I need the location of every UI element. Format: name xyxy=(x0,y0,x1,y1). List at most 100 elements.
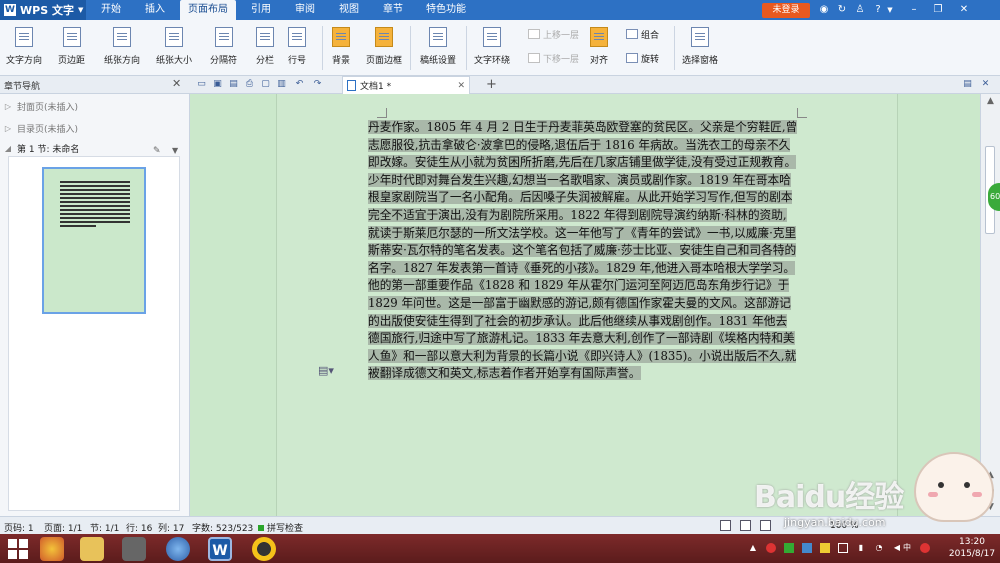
page-thumbnail[interactable] xyxy=(42,167,146,314)
qq-icon[interactable] xyxy=(252,537,276,561)
close-icon[interactable]: ✕ xyxy=(172,77,181,90)
tab-insert[interactable]: 插入 xyxy=(136,0,174,20)
align-button[interactable]: 对齐 xyxy=(590,24,608,72)
chapter-nav-panel: ▷ 封面页(未插入) ▷ 目录页(未插入) ◢ 第 1 节: 未命名 ✎ ▼ xyxy=(0,94,190,516)
rotate-button[interactable]: 旋转 xyxy=(626,51,659,65)
tab-chapter[interactable]: 章节 xyxy=(374,0,412,20)
minimize-icon[interactable]: – xyxy=(908,4,920,16)
save-icon[interactable]: ▣ xyxy=(212,79,223,90)
page-view-icon[interactable] xyxy=(740,520,751,531)
login-button[interactable]: 未登录 xyxy=(762,3,810,18)
text-direction-button[interactable]: 文字方向 xyxy=(6,24,42,72)
page-thumbnails xyxy=(8,156,180,511)
print-preview-icon[interactable]: ▢ xyxy=(260,79,271,90)
tray-wifi-icon[interactable]: ◔ xyxy=(874,543,884,553)
tab-review[interactable]: 审阅 xyxy=(286,0,324,20)
paper-size-button[interactable]: 纸张大小 xyxy=(156,24,192,72)
orientation-button[interactable]: 纸张方向 xyxy=(104,24,140,72)
manuscript-settings-button[interactable]: 稿纸设置 xyxy=(420,24,456,72)
redo-icon[interactable]: ↷ xyxy=(312,79,323,90)
bring-forward-button[interactable]: 上移一层 xyxy=(528,27,579,41)
scroll-up-icon[interactable]: ▲ xyxy=(985,96,996,107)
tray-battery-icon[interactable]: ▮ xyxy=(856,543,866,553)
tab-page-layout[interactable]: 页面布局 xyxy=(180,0,236,20)
selection-pane-icon xyxy=(691,27,709,47)
help-icon[interactable]: ? xyxy=(872,4,884,16)
tab-features[interactable]: 特色功能 xyxy=(418,0,474,20)
ribbon-divider xyxy=(322,26,323,70)
windows-taskbar: W ▲ ▮ ◔ ◀ 中 13:20 2015/8/17 xyxy=(0,534,1000,563)
selection-pane-button[interactable]: 选择窗格 xyxy=(682,24,718,72)
send-backward-button[interactable]: 下移一层 xyxy=(528,51,579,65)
printer-icon[interactable] xyxy=(122,537,146,561)
windows-start-icon[interactable] xyxy=(8,539,28,559)
text-direction-icon xyxy=(15,27,33,47)
nav-item-section-1[interactable]: ◢ 第 1 节: 未命名 xyxy=(0,140,79,156)
shirt-icon[interactable]: ♙ xyxy=(854,4,866,16)
rotate-icon xyxy=(626,53,638,63)
tray-network-icon[interactable] xyxy=(802,543,812,553)
document-tab[interactable]: 文档1 * ✕ xyxy=(342,76,470,94)
tray-sogou-icon[interactable] xyxy=(920,543,930,553)
text-wrap-button[interactable]: 文字环绕 xyxy=(474,24,510,72)
thumb-text-line xyxy=(60,209,130,211)
chevron-down-icon[interactable]: ▼ xyxy=(172,146,178,155)
open-icon[interactable]: ▭ xyxy=(196,79,207,90)
app-360-icon[interactable] xyxy=(40,537,64,561)
tray-qq-icon[interactable] xyxy=(820,543,830,553)
title-bar: W WPS 文字 ▼ 开始 插入 页面布局 引用 审阅 视图 章节 特色功能 未… xyxy=(0,0,1000,20)
tray-security-icon[interactable] xyxy=(766,543,776,553)
spell-check-toggle[interactable]: 拼写检查 xyxy=(258,521,303,534)
restore-icon[interactable]: ❐ xyxy=(932,4,944,16)
paper-size-icon xyxy=(165,27,183,47)
ime-indicator[interactable]: 中 xyxy=(900,543,914,553)
nav-item-cover[interactable]: ▷ 封面页(未插入) xyxy=(0,98,78,114)
tray-shield-icon[interactable] xyxy=(784,543,794,553)
nav-item-toc[interactable]: ▷ 目录页(未插入) xyxy=(0,120,78,136)
group-button[interactable]: 组合 xyxy=(626,27,659,41)
chevron-down-icon[interactable]: ▼ xyxy=(884,4,896,16)
speed-badge[interactable]: 60 xyxy=(988,183,1000,211)
columns-button[interactable]: 分栏 xyxy=(256,24,274,72)
skin-icon[interactable]: ◉ xyxy=(818,4,830,16)
tray-arrow-icon[interactable]: ▲ xyxy=(748,543,758,553)
orientation-icon xyxy=(113,27,131,47)
line-numbers-button[interactable]: 行号 xyxy=(288,24,306,72)
background-button[interactable]: 背景 xyxy=(332,24,350,72)
breaks-button[interactable]: 分隔符 xyxy=(210,24,237,72)
ribbon: 文字方向 页边距 纸张方向 纸张大小 分隔符 分栏 行号 背景 页面边框 稿纸设… xyxy=(0,20,1000,76)
file-explorer-icon[interactable] xyxy=(80,537,104,561)
page-border-button[interactable]: 页面边框 xyxy=(366,24,402,72)
margins-button[interactable]: 页边距 xyxy=(58,24,85,72)
tray-keyboard-icon[interactable] xyxy=(838,543,848,553)
close-icon[interactable]: ✕ xyxy=(958,4,970,16)
margin-marker xyxy=(377,108,387,118)
refresh-icon[interactable]: ↻ xyxy=(836,4,848,16)
app-menu-button[interactable]: W WPS 文字 ▼ xyxy=(0,0,86,20)
format-icon[interactable]: ▥ xyxy=(276,79,287,90)
thumb-text-line xyxy=(60,213,130,215)
new-tab-icon[interactable]: + xyxy=(486,77,497,92)
selected-paragraph[interactable]: 丹麦作家。1805 年 4 月 2 日生于丹麦菲英岛欧登塞的贫民区。父亲是个穷鞋… xyxy=(368,119,798,383)
pdf-icon[interactable]: ▤ xyxy=(228,79,239,90)
undo-icon[interactable]: ↶ xyxy=(294,79,305,90)
group-icon xyxy=(626,29,638,39)
close-icon[interactable]: ✕ xyxy=(457,81,465,91)
window-list-icon[interactable]: ▤ xyxy=(962,79,973,90)
browser-icon[interactable] xyxy=(166,537,190,561)
status-col: 列: 17 xyxy=(158,524,185,534)
tab-view[interactable]: 视图 xyxy=(330,0,368,20)
close-document-icon[interactable]: ✕ xyxy=(980,79,991,90)
system-clock[interactable]: 13:20 2015/8/17 xyxy=(944,536,1000,560)
edit-icon[interactable]: ✎ xyxy=(153,146,161,156)
baidu-watermark: Baidu经验 jingyan.baidu.com xyxy=(754,452,994,532)
tab-home[interactable]: 开始 xyxy=(92,0,130,20)
wps-writer-icon[interactable]: W xyxy=(208,537,232,561)
fullscreen-view-icon[interactable] xyxy=(720,520,731,531)
paragraph-options-icon[interactable]: ▤▾ xyxy=(318,364,334,377)
tab-references[interactable]: 引用 xyxy=(242,0,280,20)
watermark-logo: Baidu经验 xyxy=(754,480,904,515)
status-words[interactable]: 字数: 523/523 xyxy=(192,521,253,534)
breaks-icon xyxy=(214,27,233,47)
print-icon[interactable]: ⎙ xyxy=(244,79,255,90)
